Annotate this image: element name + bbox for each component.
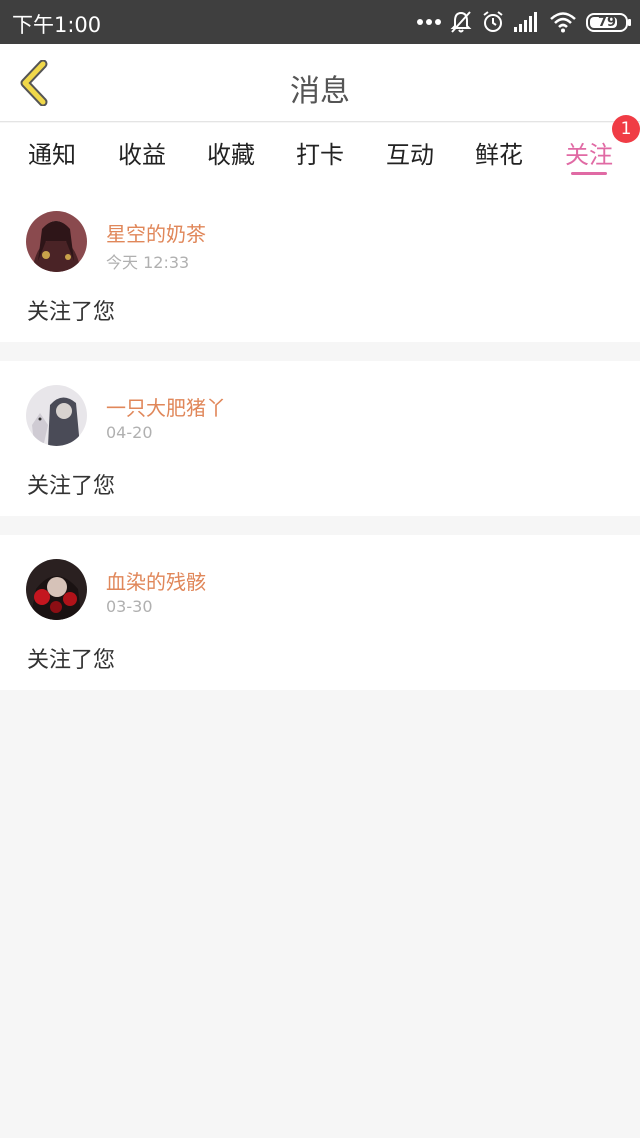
avatar[interactable] — [26, 559, 87, 620]
avatar[interactable] — [26, 385, 87, 446]
more-dots-icon — [417, 18, 441, 26]
list-item[interactable]: 血染的残骸 03-30 关注了您 — [0, 535, 640, 690]
wifi-icon — [549, 11, 577, 33]
timestamp: 04-20 — [106, 423, 153, 442]
tab-bar: 通知 收益 收藏 打卡 互动 鲜花 关注 — [0, 123, 640, 187]
header: 消息 — [0, 44, 640, 122]
status-icons: 79 — [417, 8, 631, 36]
battery-icon: 79 — [586, 12, 631, 32]
list-item[interactable]: 星空的奶茶 今天 12:33 关注了您 — [0, 187, 640, 342]
status-bar: 下午1:00 79 — [0, 0, 640, 44]
follow-list: 星空的奶茶 今天 12:33 关注了您 一只大肥猪丫 04-20 关注了您 血染… — [0, 187, 640, 709]
tab-checkin[interactable]: 打卡 — [280, 135, 360, 170]
message-text: 关注了您 — [27, 474, 116, 499]
avatar[interactable] — [26, 211, 87, 272]
timestamp: 今天 12:33 — [106, 253, 190, 272]
follows-badge: 1 — [612, 115, 640, 143]
tab-interactions[interactable]: 互动 — [370, 135, 450, 170]
status-time: 下午1:00 — [12, 13, 102, 37]
tab-favorites[interactable]: 收藏 — [191, 135, 271, 170]
message-text: 关注了您 — [27, 648, 116, 673]
alarm-icon — [481, 10, 505, 34]
timestamp: 03-30 — [106, 597, 153, 616]
tab-notifications[interactable]: 通知 — [12, 135, 92, 170]
list-item[interactable]: 一只大肥猪丫 04-20 关注了您 — [0, 361, 640, 516]
message-text: 关注了您 — [27, 300, 116, 325]
username[interactable]: 星空的奶茶 — [106, 218, 206, 247]
active-tab-indicator — [571, 172, 607, 175]
page-title: 消息 — [290, 74, 350, 109]
battery-level: 79 — [597, 14, 617, 30]
bell-muted-icon — [450, 10, 472, 34]
tab-earnings[interactable]: 收益 — [102, 135, 182, 170]
username[interactable]: 血染的残骸 — [106, 566, 206, 595]
username[interactable]: 一只大肥猪丫 — [106, 392, 226, 421]
signal-icon — [514, 12, 540, 32]
tab-flowers[interactable]: 鲜花 — [459, 135, 539, 170]
